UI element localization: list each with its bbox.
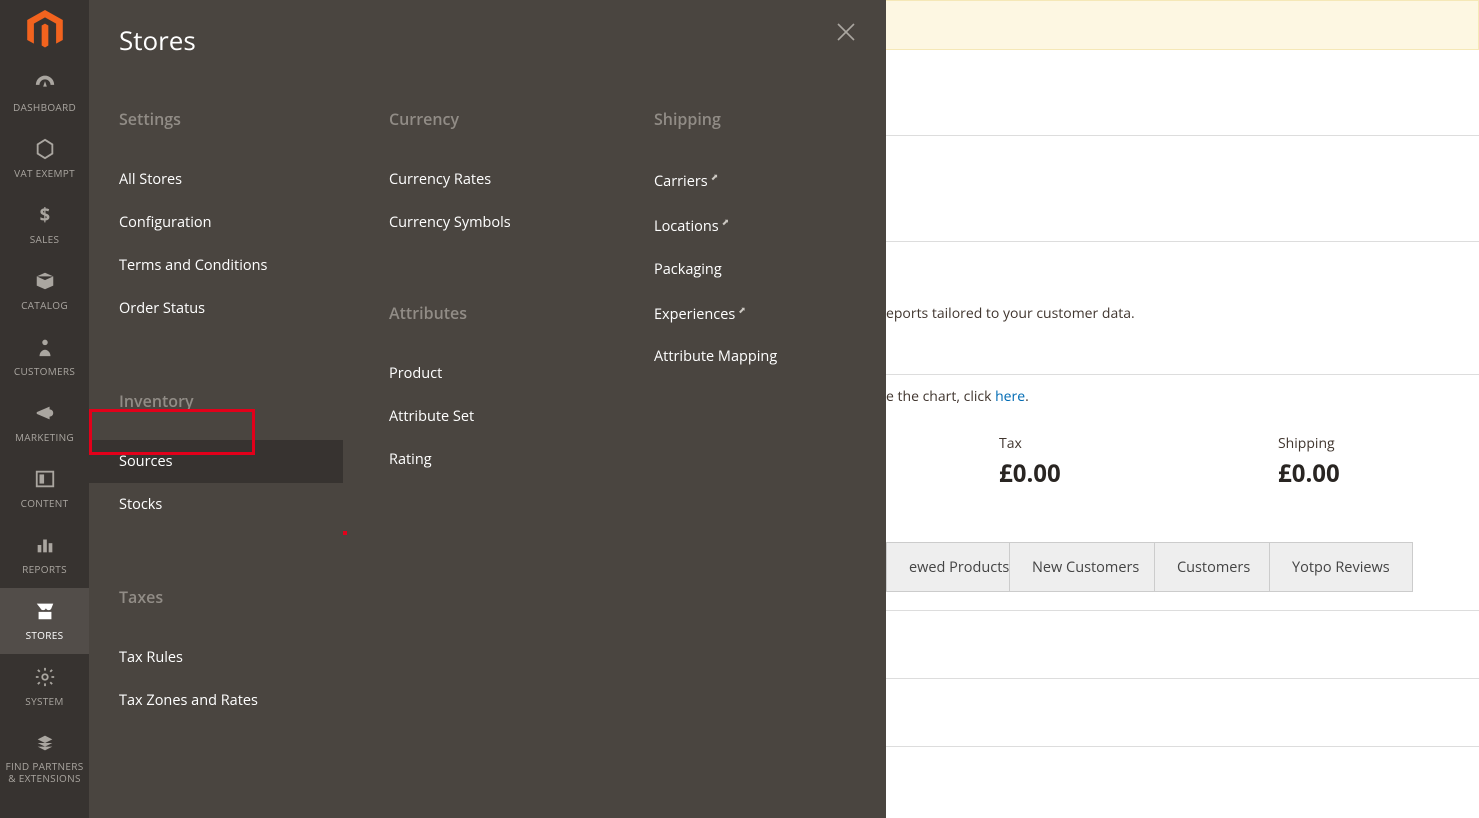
nav-dashboard[interactable]: DASHBOARD xyxy=(0,60,89,126)
person-icon xyxy=(32,334,58,360)
link-stocks[interactable]: Stocks xyxy=(119,483,359,526)
link-locations[interactable]: Locations⬈ xyxy=(654,203,884,248)
admin-sidebar: DASHBOARD VAT EXEMPT $ SALES CATALOG CUS… xyxy=(0,0,89,818)
megaphone-icon xyxy=(32,400,58,426)
group-heading-inventory: Inventory xyxy=(119,390,359,412)
stat-label: Shipping xyxy=(1278,434,1340,453)
nav-label: SALES xyxy=(30,232,60,246)
flyout-title: Stores xyxy=(119,22,196,58)
link-tax-zones[interactable]: Tax Zones and Rates xyxy=(119,679,359,722)
divider xyxy=(886,610,1479,611)
link-currency-rates[interactable]: Currency Rates xyxy=(389,158,624,201)
link-text: Experiences xyxy=(654,304,735,323)
chart-hint-text: e the chart, click xyxy=(886,387,995,406)
nav-label: VAT EXEMPT xyxy=(14,166,75,180)
link-terms-conditions[interactable]: Terms and Conditions xyxy=(119,244,359,287)
link-text: Carriers xyxy=(654,172,708,191)
stat-value: £0.00 xyxy=(1278,457,1340,490)
nav-system[interactable]: SYSTEM xyxy=(0,654,89,720)
link-attribute-mapping[interactable]: Attribute Mapping xyxy=(654,335,884,378)
link-carriers[interactable]: Carriers⬈ xyxy=(654,158,884,203)
divider xyxy=(886,746,1479,747)
stores-flyout: Stores Settings All Stores Configuration… xyxy=(89,0,886,818)
notice-bar xyxy=(886,0,1479,50)
link-configuration[interactable]: Configuration xyxy=(119,201,359,244)
group-heading-settings: Settings xyxy=(119,108,359,130)
nav-label: REPORTS xyxy=(22,562,67,576)
nav-marketing[interactable]: MARKETING xyxy=(0,390,89,456)
divider xyxy=(886,678,1479,679)
stat-label: Tax xyxy=(999,434,1061,453)
nav-label: CONTENT xyxy=(21,496,69,510)
link-currency-symbols[interactable]: Currency Symbols xyxy=(389,201,624,244)
dashboard-page-fragment: eports tailored to your customer data. e… xyxy=(886,0,1479,818)
nav-stores[interactable]: STORES xyxy=(0,588,89,654)
flyout-col-settings: Settings All Stores Configuration Terms … xyxy=(89,108,359,722)
nav-reports[interactable]: REPORTS xyxy=(0,522,89,588)
storefront-icon xyxy=(32,598,58,624)
external-icon: ⬈ xyxy=(738,303,746,316)
divider xyxy=(886,374,1479,375)
divider xyxy=(886,135,1479,136)
gear-icon xyxy=(32,664,58,690)
link-sources[interactable]: Sources xyxy=(119,440,343,483)
nav-label: SYSTEM xyxy=(25,694,63,708)
nav-label: DASHBOARD xyxy=(13,100,76,114)
tab-new-customers[interactable]: New Customers xyxy=(1009,542,1162,592)
chart-hint: e the chart, click here. xyxy=(886,387,1029,406)
bars-icon xyxy=(32,532,58,558)
link-text: Locations xyxy=(654,217,719,236)
nav-find-partners[interactable]: FIND PARTNERS & EXTENSIONS xyxy=(0,720,89,796)
magento-logo[interactable] xyxy=(0,0,89,60)
stat-tax: Tax £0.00 xyxy=(999,434,1061,490)
link-attribute-set[interactable]: Attribute Set xyxy=(389,395,624,438)
divider xyxy=(886,241,1479,242)
nav-label: CUSTOMERS xyxy=(14,364,75,378)
group-heading-attributes: Attributes xyxy=(389,302,624,324)
group-heading-taxes: Taxes xyxy=(119,586,359,608)
annotation-dot xyxy=(343,531,347,535)
link-order-status[interactable]: Order Status xyxy=(119,287,359,330)
nav-catalog[interactable]: CATALOG xyxy=(0,258,89,324)
external-icon: ⬈ xyxy=(722,215,730,228)
box-icon xyxy=(32,268,58,294)
link-experiences[interactable]: Experiences⬈ xyxy=(654,291,884,336)
external-icon: ⬈ xyxy=(711,170,719,183)
close-icon[interactable] xyxy=(836,22,856,42)
nav-vat-exempt[interactable]: VAT EXEMPT xyxy=(0,126,89,192)
tab-yotpo-reviews[interactable]: Yotpo Reviews xyxy=(1269,542,1413,592)
stat-value: £0.00 xyxy=(999,457,1061,490)
nav-content[interactable]: CONTENT xyxy=(0,456,89,522)
gauge-icon xyxy=(32,70,58,96)
chart-link[interactable]: here xyxy=(995,387,1025,406)
nav-label: MARKETING xyxy=(15,430,74,444)
nav-label: FIND PARTNERS & EXTENSIONS xyxy=(4,760,85,784)
nav-customers[interactable]: CUSTOMERS xyxy=(0,324,89,390)
link-tax-rules[interactable]: Tax Rules xyxy=(119,636,359,679)
partners-icon xyxy=(32,730,58,756)
link-product[interactable]: Product xyxy=(389,352,624,395)
group-heading-shipping: Shipping xyxy=(654,108,884,130)
flyout-col-shipping: Shipping Carriers⬈ Locations⬈ Packaging … xyxy=(624,108,884,722)
layout-icon xyxy=(32,466,58,492)
stat-shipping: Shipping £0.00 xyxy=(1278,434,1340,490)
group-heading-currency: Currency xyxy=(389,108,624,130)
report-text: eports tailored to your customer data. xyxy=(886,304,1135,323)
flyout-col-currency: Currency Currency Rates Currency Symbols… xyxy=(359,108,624,722)
link-packaging[interactable]: Packaging xyxy=(654,248,884,291)
nav-label: CATALOG xyxy=(21,298,68,312)
tab-customers[interactable]: Customers xyxy=(1154,542,1273,592)
svg-text:$: $ xyxy=(39,204,50,226)
hexagon-icon xyxy=(32,136,58,162)
period: . xyxy=(1025,387,1029,406)
nav-label: STORES xyxy=(26,628,64,642)
link-rating[interactable]: Rating xyxy=(389,438,624,481)
dollar-icon: $ xyxy=(32,202,58,228)
nav-sales[interactable]: $ SALES xyxy=(0,192,89,258)
link-all-stores[interactable]: All Stores xyxy=(119,158,359,201)
